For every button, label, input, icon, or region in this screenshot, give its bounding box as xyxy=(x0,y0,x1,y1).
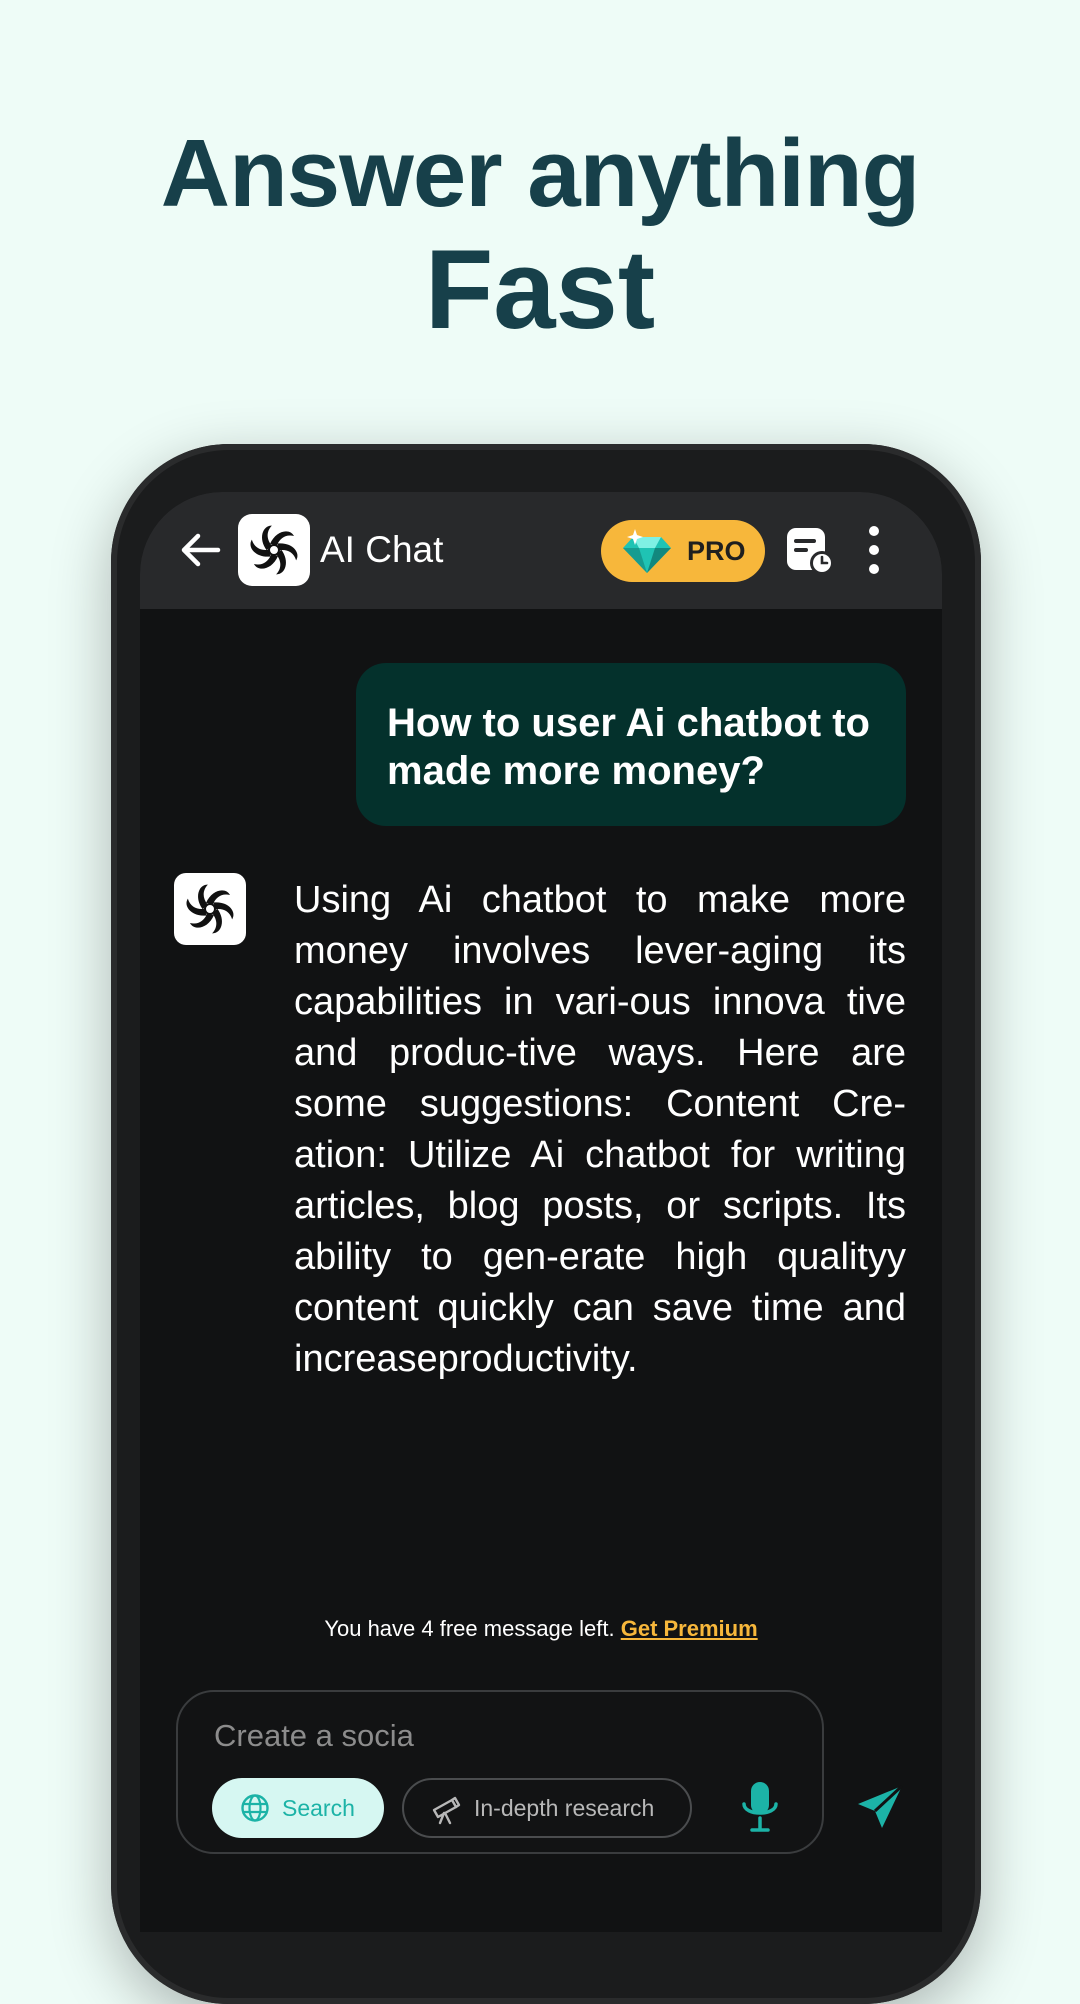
chat-history-button[interactable] xyxy=(785,526,835,576)
app-logo xyxy=(238,514,310,586)
pro-upgrade-button[interactable]: PRO xyxy=(601,520,765,582)
diamond-icon xyxy=(623,529,671,573)
in-depth-research-chip-label: In-depth research xyxy=(474,1795,655,1821)
user-message-text: How to user Ai chatbot to made more mone… xyxy=(387,701,870,793)
microphone-icon xyxy=(742,1782,778,1832)
message-input[interactable] xyxy=(212,1710,776,1762)
message-composer: Search In-depth research xyxy=(176,1690,824,1854)
headline-line-1: Answer anything xyxy=(160,120,920,227)
in-depth-research-chip[interactable]: In-depth research xyxy=(402,1778,692,1838)
app-logo-icon xyxy=(250,525,298,575)
free-message-count-text: You have 4 free message left. xyxy=(324,1616,615,1641)
bot-avatar xyxy=(174,873,246,945)
send-icon xyxy=(858,1784,904,1828)
bot-message-text: Using Ai chatbot to make more money invo… xyxy=(294,879,906,1380)
globe-icon xyxy=(241,1794,269,1822)
search-chip-label: Search xyxy=(282,1795,355,1821)
headline-line-2: Fast xyxy=(424,227,656,352)
pro-label: PRO xyxy=(687,536,746,566)
back-button[interactable] xyxy=(178,528,222,572)
app-logo-icon xyxy=(186,884,234,934)
chat-history-icon xyxy=(787,528,834,575)
top-app-bar: AI Chat PRO xyxy=(140,492,942,609)
more-options-button[interactable] xyxy=(862,524,886,576)
promo-headline: Answer anything Fast xyxy=(0,118,1080,354)
voice-input-button[interactable] xyxy=(740,1780,780,1836)
send-button[interactable] xyxy=(854,1782,906,1834)
phone-screen: AI Chat PRO How to user Ai chatbot to ma… xyxy=(140,492,942,1932)
back-arrow-icon xyxy=(181,533,221,567)
user-message-bubble: How to user Ai chatbot to made more mone… xyxy=(356,663,906,826)
free-message-notice: You have 4 free message left. Get Premiu… xyxy=(140,1614,942,1644)
search-chip[interactable]: Search xyxy=(212,1778,384,1838)
get-premium-link[interactable]: Get Premium xyxy=(621,1616,758,1641)
telescope-icon xyxy=(432,1796,461,1825)
more-vertical-icon xyxy=(869,526,879,574)
app-title: AI Chat xyxy=(320,529,444,570)
